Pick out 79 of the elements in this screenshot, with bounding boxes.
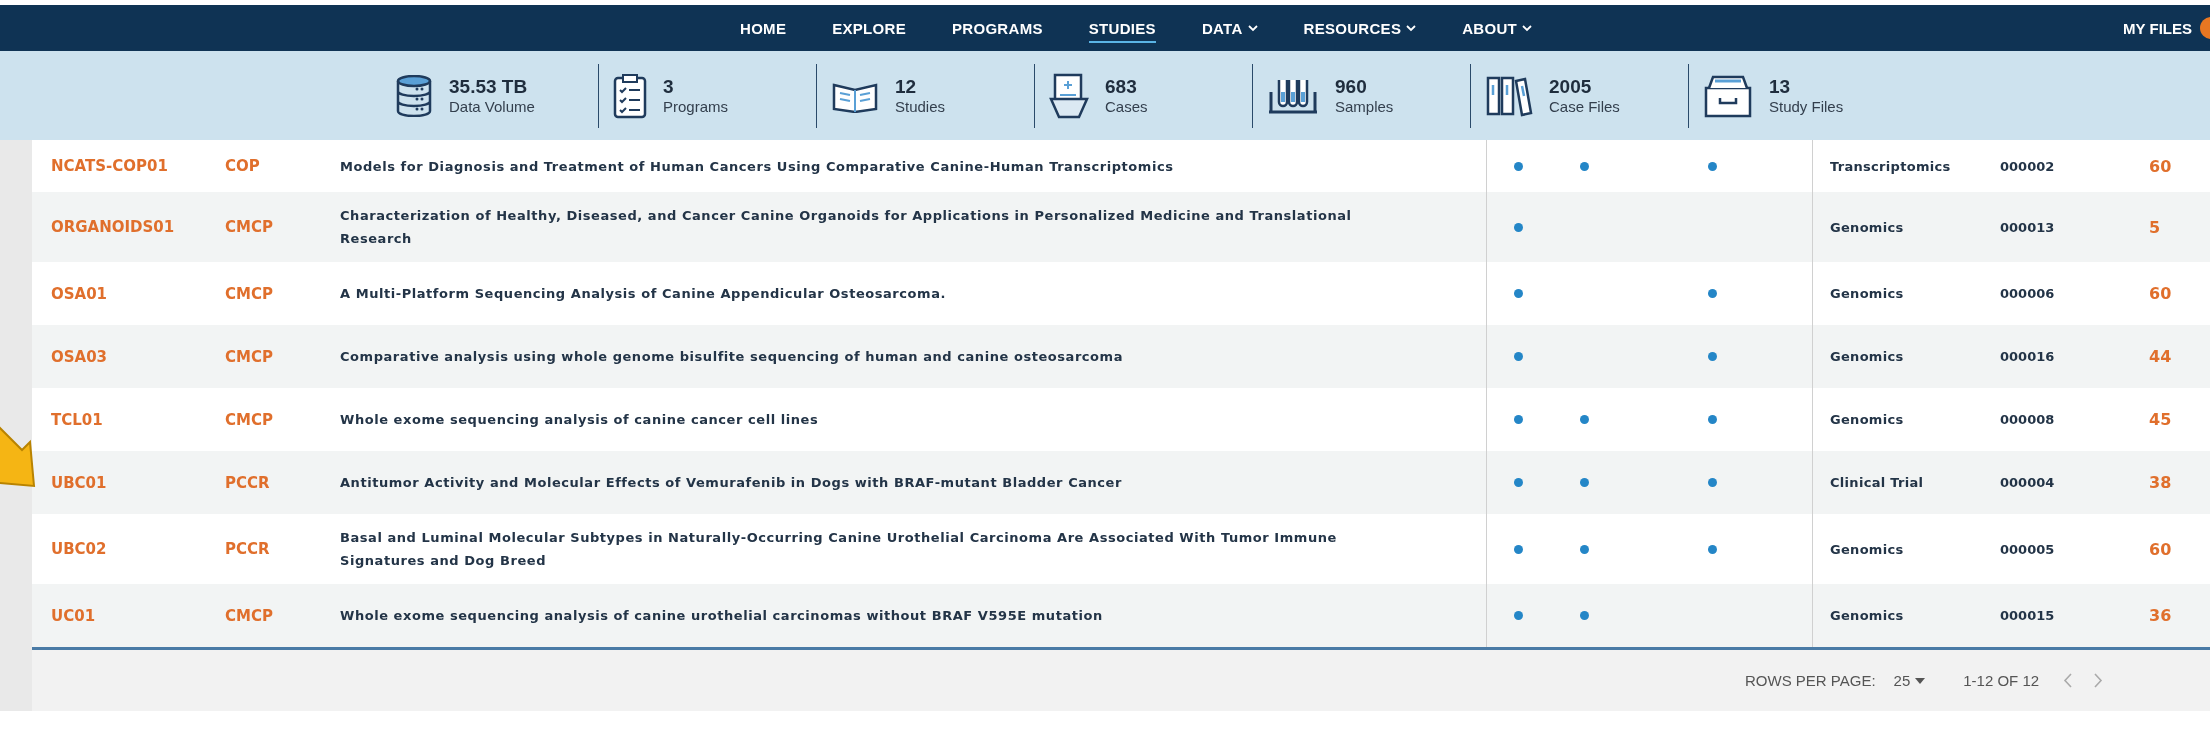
study-type: Clinical Trial <box>1829 475 1925 490</box>
file-box-icon <box>1703 73 1753 118</box>
study-title: Antitumor Activity and Molecular Effects of Vemurafenib in Dogs with BRAF-mutant Bladder Cancer <box>340 451 1487 514</box>
nav-link[interactable]: DATA <box>1201 13 1258 43</box>
stat-value: 683 <box>1105 76 1138 98</box>
caret-icon <box>1915 677 1926 684</box>
stat-label: Cases <box>1105 98 1148 115</box>
study-title: Comparative analysis using whole genome bisulfite sequencing of human and canine osteosarcoma <box>340 325 1487 388</box>
program-link[interactable]: PCCR <box>225 540 340 558</box>
case-count-link[interactable]: 60 <box>2132 284 2210 303</box>
previous-page-icon[interactable] <box>2063 673 2073 688</box>
medical-document-icon <box>1049 72 1089 119</box>
chevron-down-icon <box>1406 24 1417 32</box>
nav-link[interactable]: HOME <box>740 13 787 43</box>
program-link[interactable]: CMCP <box>225 606 340 625</box>
nav-link[interactable]: STUDIES <box>1088 13 1156 43</box>
study-number: 000015 <box>1999 608 2056 623</box>
stat-value: 35.53 TB <box>449 76 529 98</box>
clipboard-icon <box>613 72 647 119</box>
study-link[interactable]: OSA01 <box>32 284 225 303</box>
study-link[interactable]: ORGANOIDS01 <box>32 218 225 236</box>
stat-label: Data Volume <box>449 98 535 115</box>
study-type: Genomics <box>1829 541 1905 557</box>
stat-label: Studies <box>895 98 946 115</box>
stat-label: Samples <box>1335 98 1394 115</box>
study-title: Characterization of Healthy, Diseased, and Cancer Canine Organoids for Applications in Personalized Medicine and Translational Research <box>340 192 1487 262</box>
stat-label: Study Files <box>1769 98 1844 115</box>
case-count-link[interactable]: 36 <box>2132 606 2210 625</box>
stat-value: 13 <box>1769 76 1792 98</box>
program-link[interactable]: COP <box>225 157 340 175</box>
program-link[interactable]: CMCP <box>225 284 340 303</box>
stat-value: 2005 <box>1549 76 1593 98</box>
study-number: 000002 <box>1999 158 2056 174</box>
program-link[interactable]: CMCP <box>225 218 340 236</box>
study-type: Genomics <box>1829 349 1905 364</box>
program-link[interactable]: CMCP <box>225 410 340 429</box>
case-count-link[interactable]: 60 <box>2132 156 2210 176</box>
database-icon <box>395 74 433 117</box>
study-link[interactable]: TCL01 <box>32 410 225 429</box>
study-type: Genomics <box>1829 286 1905 301</box>
study-number: 000004 <box>1999 475 2056 490</box>
rows-per-page-select[interactable]: 25 <box>1893 672 1926 689</box>
study-link[interactable]: UC01 <box>32 606 225 625</box>
stat-label: Case Files <box>1549 98 1620 115</box>
study-link[interactable]: OSA03 <box>32 347 225 366</box>
study-number: 000008 <box>1999 412 2056 427</box>
stat-value: 3 <box>663 76 675 98</box>
case-count-link[interactable]: 5 <box>2132 217 2210 237</box>
study-link[interactable]: UBC01 <box>32 473 225 492</box>
binders-icon <box>1485 74 1533 117</box>
study-type: Transcriptomics <box>1829 158 1952 174</box>
stat-label: Programs <box>663 98 729 115</box>
study-number: 000006 <box>1999 286 2056 301</box>
study-link[interactable]: NCATS-COP01 <box>32 157 225 175</box>
study-type: Genomics <box>1829 608 1905 623</box>
nav-link[interactable]: RESOURCES <box>1303 13 1417 43</box>
nav-link[interactable]: ABOUT <box>1462 13 1533 43</box>
stat-value: 960 <box>1335 76 1368 98</box>
study-number: 000013 <box>1999 219 2056 235</box>
nav-link[interactable]: PROGRAMS <box>952 13 1043 43</box>
case-count-link[interactable]: 60 <box>2132 539 2210 559</box>
rows-per-page-label: ROWS PER PAGE: <box>1745 672 1876 689</box>
study-type: Genomics <box>1829 219 1905 235</box>
study-number: 000016 <box>1999 349 2056 364</box>
chevron-down-icon <box>1522 24 1533 32</box>
my-files-link[interactable]: MY FILES <box>2123 19 2192 37</box>
study-type: Genomics <box>1829 412 1905 427</box>
study-number: 000005 <box>1999 541 2056 557</box>
study-link[interactable]: UBC02 <box>32 540 225 558</box>
case-count-link[interactable]: 44 <box>2132 347 2210 366</box>
next-page-icon[interactable] <box>2094 673 2104 688</box>
program-link[interactable]: PCCR <box>225 473 340 492</box>
nav-link[interactable]: EXPLORE <box>832 13 906 43</box>
program-link[interactable]: CMCP <box>225 347 340 366</box>
case-count-link[interactable]: 38 <box>2132 473 2210 492</box>
stat-value: 12 <box>895 76 918 98</box>
case-count-link[interactable]: 45 <box>2132 410 2210 429</box>
chevron-down-icon <box>1247 24 1258 32</box>
page-range: 1-12 OF 12 <box>1963 672 2040 689</box>
